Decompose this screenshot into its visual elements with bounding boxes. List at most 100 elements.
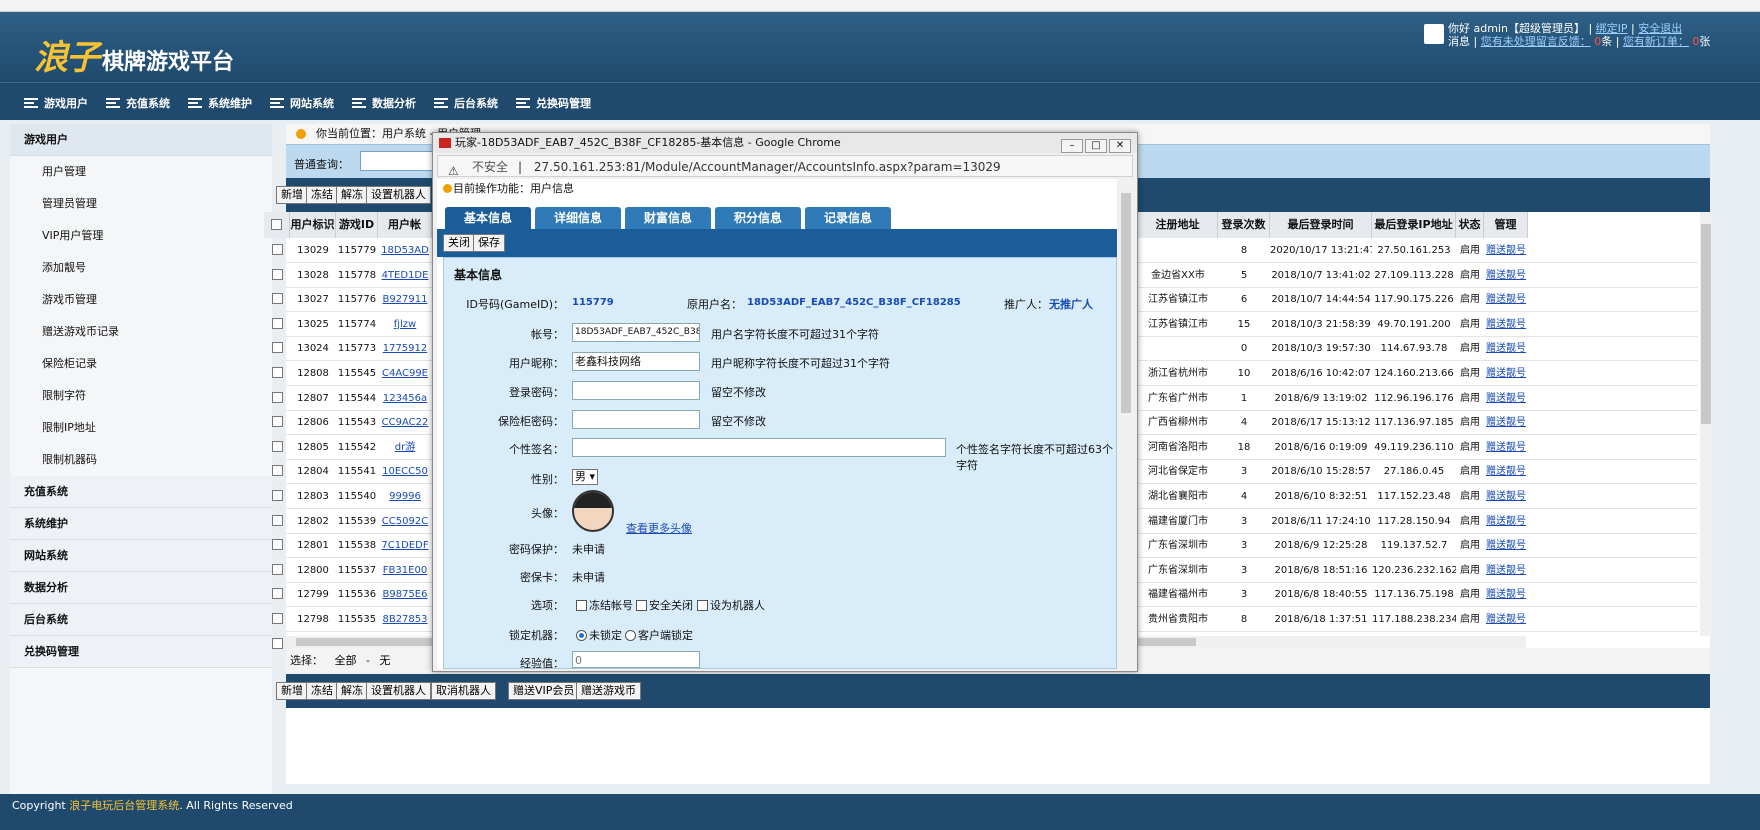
sidebar-group-redeem[interactable]: 兑换码管理 — [10, 636, 272, 668]
sign-input[interactable] — [572, 438, 946, 457]
sidebar-item-limit-ip[interactable]: 限制IP地址 — [10, 412, 272, 444]
account-link[interactable]: C4AC99E — [382, 368, 428, 379]
popup-scrollbar[interactable] — [1119, 179, 1133, 669]
row-checkbox[interactable] — [271, 268, 283, 280]
close-button[interactable]: 关闭 — [443, 234, 475, 252]
close-icon[interactable]: ✕ — [1109, 139, 1131, 153]
unfreeze-button[interactable]: 解冻 — [336, 186, 368, 204]
gift-number-link[interactable]: 赠送靓号 — [1486, 540, 1526, 551]
row-checkbox[interactable] — [271, 342, 283, 354]
row-checkbox[interactable] — [271, 613, 283, 624]
scroll-thumb[interactable] — [1701, 224, 1711, 424]
add-button[interactable]: 新增 — [276, 186, 308, 204]
tab-wealth[interactable]: 财富信息 — [625, 207, 711, 229]
nav-item-recharge[interactable]: 充值系统 — [106, 95, 170, 111]
row-checkbox[interactable] — [271, 440, 283, 452]
account-link[interactable]: FB31E00 — [383, 565, 427, 576]
gift-vip-button[interactable]: 赠送VIP会员 — [508, 682, 580, 700]
gift-number-link[interactable]: 赠送靓号 — [1486, 565, 1526, 576]
maximize-icon[interactable]: □ — [1085, 139, 1107, 153]
sidebar-group-backend[interactable]: 后台系统 — [10, 604, 272, 636]
sidebar-item-admin-manage[interactable]: 管理员管理 — [10, 188, 272, 220]
gift-number-link[interactable]: 赠送靓号 — [1486, 368, 1526, 379]
gift-number-link[interactable]: 赠送靓号 — [1486, 417, 1526, 428]
account-link[interactable]: 1775912 — [383, 343, 428, 354]
sidebar-item-limit-machine[interactable]: 限制机器码 — [10, 444, 272, 476]
cancel-robot-button[interactable]: 取消机器人 — [431, 682, 496, 700]
account-input[interactable]: 18D53ADF_EAB7_452C_B38F_C — [572, 323, 700, 342]
gift-number-link[interactable]: 赠送靓号 — [1486, 245, 1526, 256]
tab-records[interactable]: 记录信息 — [805, 207, 891, 229]
tab-basic[interactable]: 基本信息 — [445, 207, 531, 229]
sidebar-item-gift-log[interactable]: 赠送游戏币记录 — [10, 316, 272, 348]
brand-link[interactable]: 浪子电玩后台管理系统 — [69, 799, 179, 812]
row-checkbox[interactable] — [271, 293, 283, 305]
gift-number-link[interactable]: 赠送靓号 — [1486, 491, 1526, 502]
minimize-icon[interactable]: – — [1061, 139, 1083, 153]
sidebar-group-website[interactable]: 网站系统 — [10, 540, 272, 572]
tab-detail[interactable]: 详细信息 — [535, 207, 621, 229]
checkbox[interactable] — [636, 600, 647, 611]
tab-points[interactable]: 积分信息 — [715, 207, 801, 229]
row-checkbox[interactable] — [271, 317, 283, 329]
logout-link[interactable]: 安全退出 — [1638, 22, 1682, 35]
sidebar-item-limit-chars[interactable]: 限制字符 — [10, 380, 272, 412]
lock-client-radio[interactable]: 客户端锁定 — [625, 627, 693, 643]
table-vertical-scrollbar[interactable] — [1700, 212, 1712, 636]
account-link[interactable]: fjlzw — [394, 319, 417, 330]
scroll-thumb[interactable] — [1121, 193, 1131, 413]
avatar-image[interactable] — [572, 490, 614, 532]
pwd-input[interactable] — [572, 381, 700, 400]
row-checkbox[interactable] — [271, 539, 283, 551]
safe-pwd-input[interactable] — [572, 410, 700, 429]
nav-item-maintenance[interactable]: 系统维护 — [188, 95, 252, 111]
sidebar-item-user-manage[interactable]: 用户管理 — [10, 156, 272, 188]
nav-item-backend[interactable]: 后台系统 — [434, 95, 498, 111]
unfreeze-button-bottom[interactable]: 解冻 — [336, 682, 368, 700]
row-checkbox[interactable] — [271, 637, 283, 649]
gift-number-link[interactable]: 赠送靓号 — [1486, 614, 1526, 625]
gift-number-link[interactable]: 赠送靓号 — [1486, 442, 1526, 453]
account-link[interactable]: B927911 — [382, 294, 427, 305]
sidebar-group-users[interactable]: 游戏用户 — [10, 124, 272, 156]
gift-number-link[interactable]: 赠送靓号 — [1486, 319, 1526, 330]
gift-number-link[interactable]: 赠送靓号 — [1486, 516, 1526, 527]
bind-ip-link[interactable]: 绑定IP — [1596, 22, 1628, 35]
sidebar-group-maintenance[interactable]: 系统维护 — [10, 508, 272, 540]
gift-number-link[interactable]: 赠送靓号 — [1486, 393, 1526, 404]
freeze-button[interactable]: 冻结 — [306, 186, 338, 204]
set-robot-button-bottom[interactable]: 设置机器人 — [366, 682, 431, 700]
checkbox[interactable] — [697, 600, 708, 611]
nav-item-analytics[interactable]: 数据分析 — [352, 95, 416, 111]
nav-item-website[interactable]: 网站系统 — [270, 95, 334, 111]
row-checkbox[interactable] — [271, 465, 283, 477]
nav-item-users[interactable]: 游戏用户 — [24, 95, 88, 111]
account-link[interactable]: 99996 — [389, 491, 421, 502]
account-link[interactable]: dr游 — [395, 442, 415, 453]
address-bar[interactable]: ⚠ 不安全 | 27.50.161.253:81/Module/AccountMa… — [437, 155, 1133, 178]
account-link[interactable]: B9875E6 — [383, 589, 428, 600]
add-button-bottom[interactable]: 新增 — [276, 682, 308, 700]
sidebar-item-coins[interactable]: 游戏币管理 — [10, 284, 272, 316]
feedback-link[interactable]: 您有未处理留言反馈： — [1481, 35, 1591, 48]
nav-item-redeem[interactable]: 兑换码管理 — [516, 95, 591, 111]
lock-none-radio[interactable]: 未锁定 — [576, 627, 622, 643]
gift-number-link[interactable]: 赠送靓号 — [1486, 343, 1526, 354]
sidebar-item-safe-log[interactable]: 保险柜记录 — [10, 348, 272, 380]
orders-link[interactable]: 您有新订单： — [1623, 35, 1689, 48]
account-link[interactable]: 123456a — [383, 393, 427, 404]
option-safe-close[interactable]: 安全关闭 — [636, 597, 693, 613]
row-checkbox[interactable] — [271, 514, 283, 526]
row-checkbox[interactable] — [271, 367, 283, 378]
save-button[interactable]: 保存 — [473, 234, 505, 252]
account-link[interactable]: CC9AC22 — [382, 417, 429, 428]
gift-number-link[interactable]: 赠送靓号 — [1486, 294, 1526, 305]
row-checkbox[interactable] — [271, 490, 283, 501]
select-none-link[interactable]: 无 — [379, 654, 390, 667]
option-freeze[interactable]: 冻结帐号 — [576, 597, 633, 613]
row-checkbox[interactable] — [271, 563, 283, 575]
select-all-link[interactable]: 全部 — [335, 654, 357, 667]
set-robot-button[interactable]: 设置机器人 — [366, 186, 431, 204]
sidebar-group-analytics[interactable]: 数据分析 — [10, 572, 272, 604]
gift-number-link[interactable]: 赠送靓号 — [1486, 270, 1526, 281]
